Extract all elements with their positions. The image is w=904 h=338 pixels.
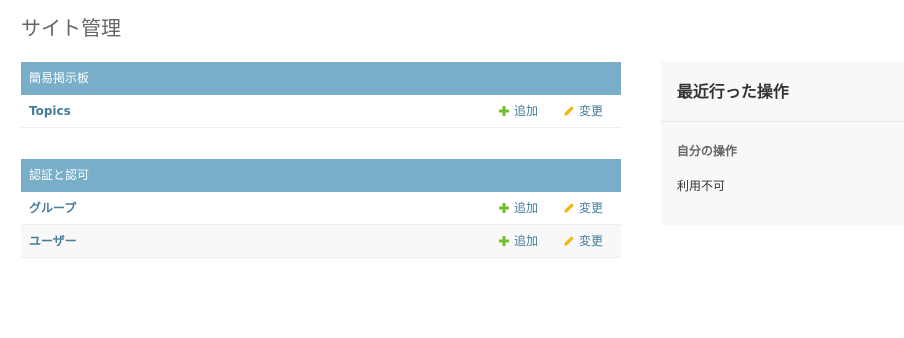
page-title: サイト管理: [21, 16, 121, 40]
change-button[interactable]: 変更: [563, 192, 603, 224]
model-link-users[interactable]: ユーザー: [29, 225, 77, 257]
add-label: 追加: [514, 201, 539, 215]
add-label: 追加: [514, 234, 539, 248]
app-module-auth: 認証と認可 グループ 追加 変更 ユーザー 追加 変更: [21, 159, 621, 258]
add-button[interactable]: 追加: [498, 192, 538, 224]
change-label: 変更: [579, 201, 604, 215]
table-row: Topics 追加 変更: [21, 95, 621, 128]
model-link-topics[interactable]: Topics: [29, 95, 71, 127]
app-module-bbs: 簡易掲示板 Topics 追加 変更: [21, 62, 621, 128]
recent-actions-panel: 最近行った操作 自分の操作 利用不可: [661, 62, 904, 225]
change-button[interactable]: 変更: [563, 225, 603, 257]
add-button[interactable]: 追加: [498, 225, 538, 257]
pencil-icon: [564, 203, 574, 213]
add-button[interactable]: 追加: [498, 95, 538, 127]
module-caption[interactable]: 簡易掲示板: [21, 62, 621, 95]
change-label: 変更: [579, 234, 604, 248]
pencil-icon: [564, 236, 574, 246]
recent-actions-empty: 利用不可: [677, 179, 726, 193]
plus-icon: [499, 203, 509, 213]
add-label: 追加: [514, 104, 539, 118]
plus-icon: [499, 106, 509, 116]
table-row: ユーザー 追加 変更: [21, 225, 621, 258]
model-link-groups[interactable]: グループ: [29, 192, 76, 224]
module-caption[interactable]: 認証と認可: [21, 159, 621, 192]
change-label: 変更: [579, 104, 604, 118]
pencil-icon: [564, 106, 574, 116]
my-actions-heading: 自分の操作: [677, 144, 738, 158]
recent-actions-title: 最近行った操作: [661, 62, 904, 122]
change-button[interactable]: 変更: [563, 95, 603, 127]
plus-icon: [499, 236, 509, 246]
table-row: グループ 追加 変更: [21, 192, 621, 225]
